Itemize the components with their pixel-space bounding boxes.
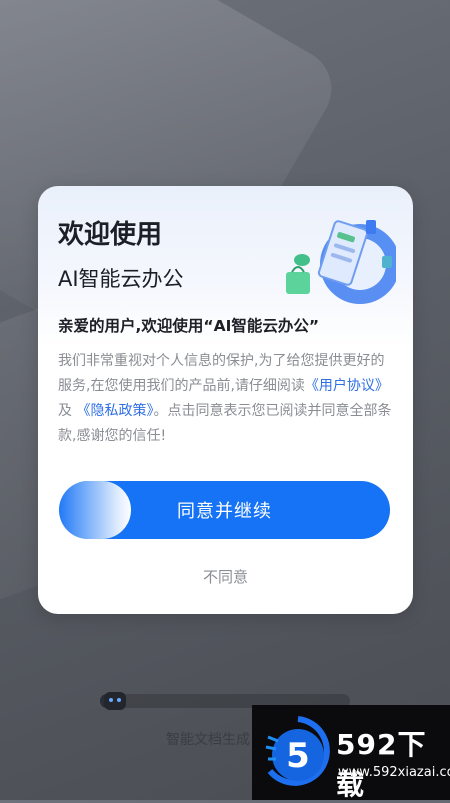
robot-icon <box>104 692 126 710</box>
privacy-consent-dialog: 欢迎使用 AI智能云办公 亲爱的用户,欢迎使用“AI智能云办公” 我们非常重视对… <box>38 186 413 614</box>
watermark-logo-text: 5 <box>286 736 310 776</box>
user-agreement-link[interactable]: 《用户协议》 <box>305 378 389 394</box>
greeting-text: 亲爱的用户,欢迎使用“AI智能云办公” <box>58 317 320 335</box>
loading-text: 智能文档生成 <box>166 732 250 748</box>
privacy-policy-link[interactable]: 《隐私政策》 <box>76 403 153 419</box>
app-name: AI智能云办公 <box>58 267 184 291</box>
dialog-title: 欢迎使用 <box>58 220 163 250</box>
watermark-title: 592下载 <box>336 728 427 801</box>
watermark-url: www.592xiazai.com <box>338 765 450 780</box>
site-watermark: 5 592下载 www.592xiazai.com <box>252 705 450 801</box>
agree-button-label: 同意并继续 <box>177 501 272 522</box>
connector-text: 及 <box>58 403 72 419</box>
document-illustration-icon <box>286 220 396 304</box>
button-highlight <box>59 481 131 539</box>
privacy-notice-text: 我们非常重视对个人信息的保护,为了给您提供更好的服务,在您使用我们的产品前,请仔… <box>58 349 394 449</box>
disagree-button[interactable]: 不同意 <box>38 566 413 587</box>
watermark-logo-icon: 5 <box>265 716 330 786</box>
agree-continue-button[interactable]: 同意并继续 <box>59 481 390 539</box>
